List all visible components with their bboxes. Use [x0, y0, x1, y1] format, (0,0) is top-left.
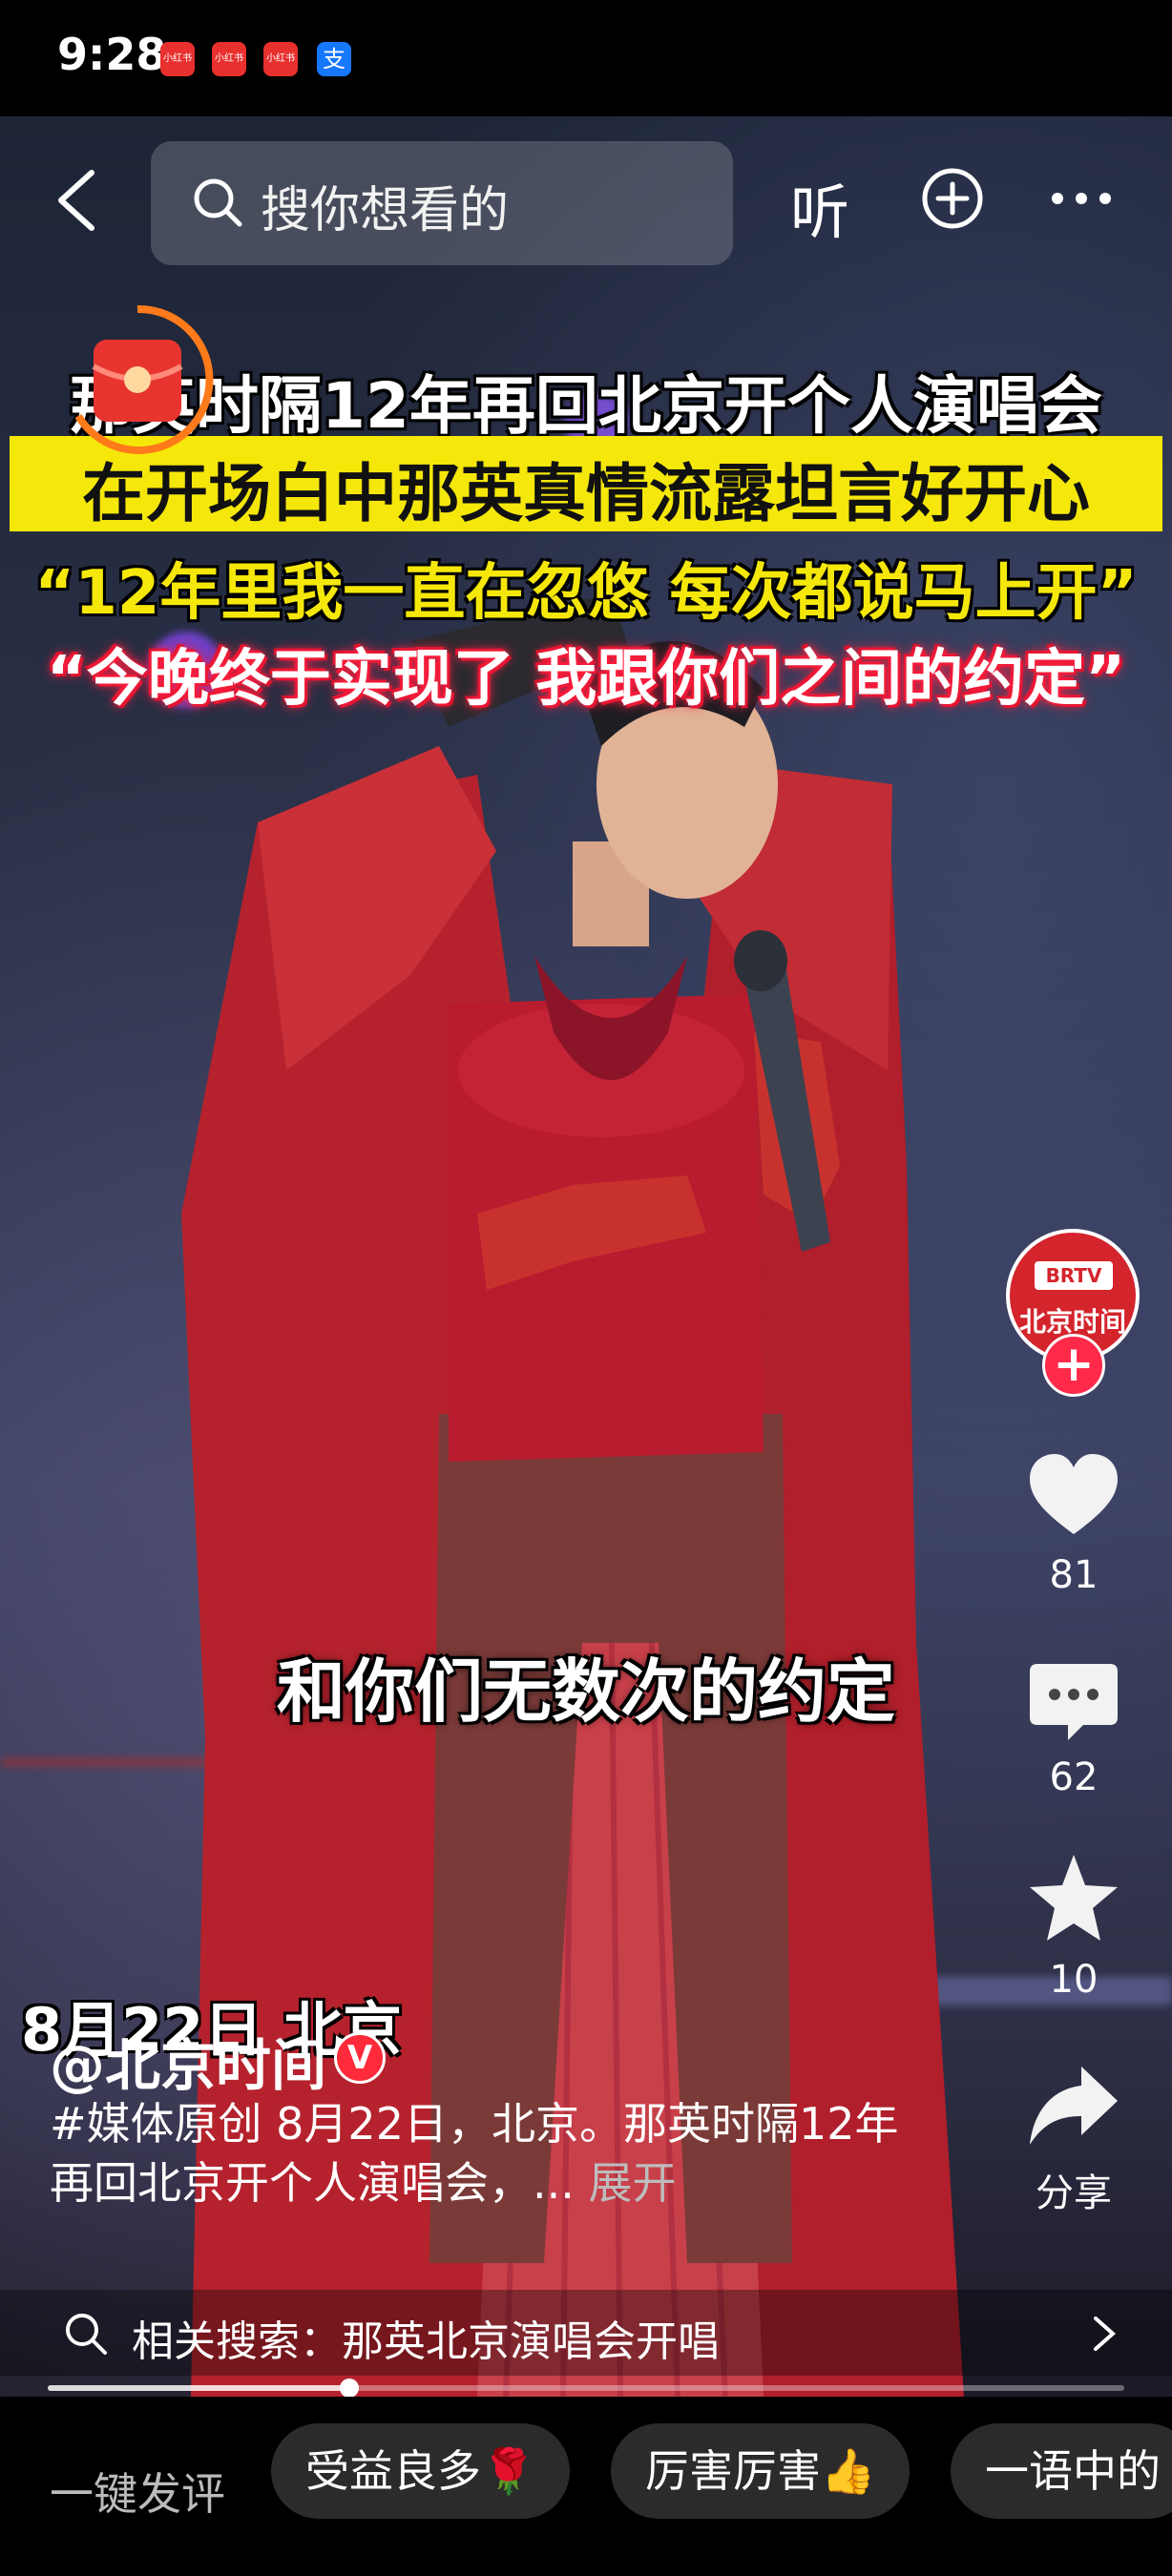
red-packet-icon[interactable] [61, 303, 214, 456]
heart-icon[interactable] [1026, 1450, 1121, 1546]
quick-comment-chip[interactable]: 厉害厉害👍 [611, 2423, 910, 2519]
quick-comment-bar: 一键发评 受益良多🌹 厉害厉害👍 一语中的 [0, 2397, 1172, 2576]
add-circle-icon[interactable] [921, 167, 984, 230]
back-icon[interactable] [50, 167, 107, 234]
progress-handle[interactable] [339, 2379, 359, 2398]
verified-badge: V [334, 2032, 386, 2084]
status-bar: 9:28 小红书 小红书 小红书 支 [0, 0, 1172, 116]
like-count: 81 [1049, 1553, 1099, 1597]
follow-button[interactable]: + [1042, 1334, 1105, 1397]
share-icon[interactable] [1026, 2059, 1121, 2154]
alipay-notification-icon: 支 [317, 42, 351, 76]
quick-comment-chip[interactable]: 一语中的 [951, 2423, 1172, 2519]
xiaohongshu-notification-icon: 小红书 [263, 42, 298, 76]
quick-comment-chip[interactable]: 受益良多🌹 [271, 2423, 571, 2519]
related-search-bar[interactable]: 相关搜索：那英北京演唱会开唱 [0, 2290, 1172, 2376]
progress-fill [48, 2385, 349, 2391]
post-description[interactable]: #媒体原创 8月22日，北京。那英时隔12年再回北京开个人演唱会，... 展开 [50, 2094, 909, 2212]
search-bar[interactable]: 搜你想看的 [151, 141, 733, 265]
xiaohongshu-notification-icon: 小红书 [212, 42, 246, 76]
author-name[interactable]: @北京时间 [50, 2021, 326, 2101]
comment-count: 62 [1049, 1755, 1099, 1799]
more-icon[interactable] [1048, 167, 1115, 230]
search-placeholder: 搜你想看的 [261, 182, 510, 239]
caption-line-3: “12年里我一直在忽悠 每次都说马上开” [34, 558, 1138, 629]
description-text: #媒体原创 8月22日，北京。那英时隔12年再回北京开个人演唱会，... [50, 2098, 899, 2209]
related-search-text: 相关搜索：那英北京演唱会开唱 [132, 2317, 720, 2366]
video-progress-bar[interactable] [48, 2379, 1124, 2398]
caption-line-2: 在开场白中那英真情流露坦言好开心 [82, 457, 1090, 530]
xiaohongshu-notification-icon: 小红书 [160, 42, 195, 76]
search-icon [66, 2314, 107, 2355]
favorite-count: 10 [1049, 1958, 1099, 2002]
caption-line-4: “今晚终于实现了 我跟你们之间的约定” [46, 644, 1126, 715]
expand-link[interactable]: 展开 [589, 2157, 677, 2209]
video-subtitle: 和你们无数次的约定 [276, 1652, 895, 1732]
chevron-right-icon [1094, 2316, 1117, 2351]
brtv-logo: BRTV [1035, 1261, 1113, 1290]
comment-icon[interactable] [1026, 1658, 1121, 1754]
star-icon[interactable] [1026, 1851, 1121, 1946]
status-time: 9:28 [57, 29, 167, 80]
share-label[interactable]: 分享 [1002, 2162, 1145, 2217]
quick-comment-label: 一键发评 [50, 2468, 225, 2520]
listen-button[interactable]: 听 [790, 164, 849, 250]
search-icon [194, 178, 242, 227]
